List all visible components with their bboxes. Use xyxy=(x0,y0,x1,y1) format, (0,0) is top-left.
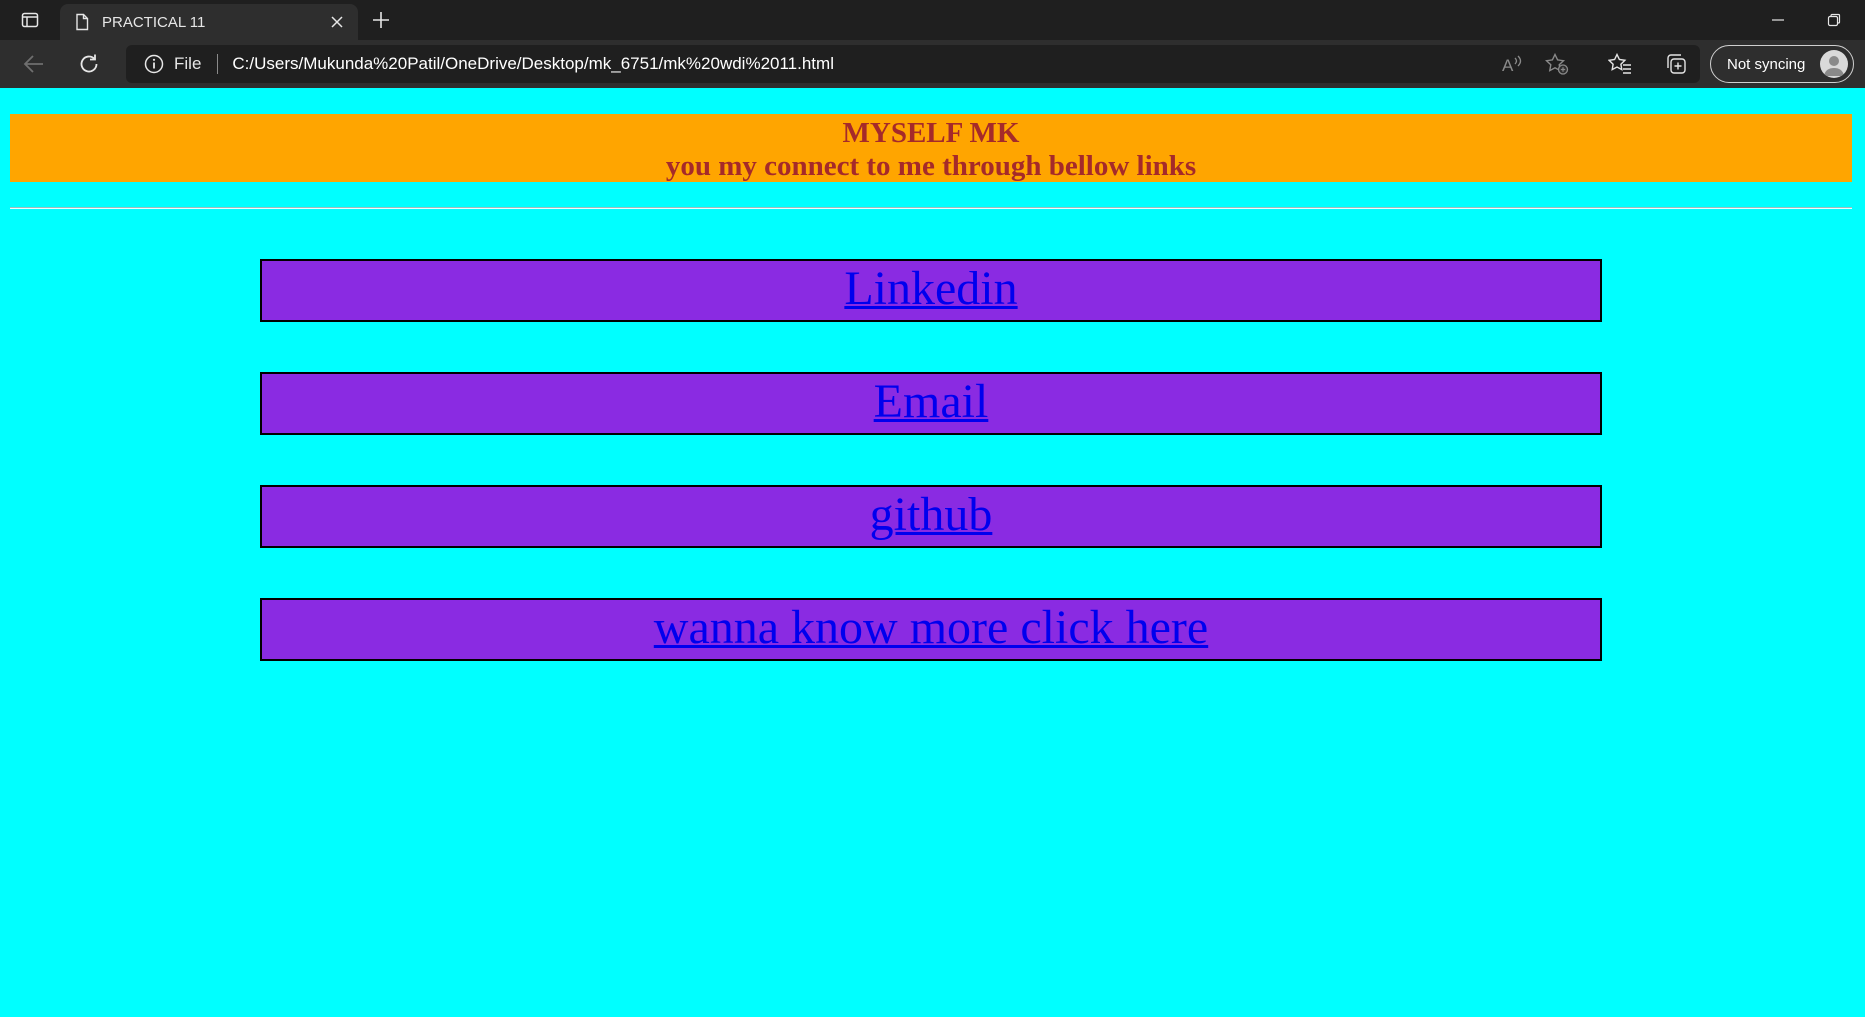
tab-actions-icon xyxy=(21,12,39,28)
refresh-icon xyxy=(80,54,98,73)
favorites-icon xyxy=(1608,53,1631,74)
github-link[interactable]: github xyxy=(870,488,993,541)
profile-status-label: Not syncing xyxy=(1727,55,1806,73)
svg-text:A: A xyxy=(1502,56,1514,74)
avatar xyxy=(1820,50,1848,78)
minimize-button[interactable] xyxy=(1750,0,1806,40)
tab-title: PRACTICAL 11 xyxy=(102,13,206,31)
refresh-button[interactable] xyxy=(69,48,109,80)
restore-icon xyxy=(1827,13,1841,27)
read-aloud-button[interactable]: A xyxy=(1492,48,1532,80)
page-subheading: you my connect to me through bellow link… xyxy=(665,150,1197,182)
url-text[interactable]: C:/Users/Mukunda%20Patil/OneDrive/Deskto… xyxy=(232,54,834,74)
profile-button[interactable]: Not syncing xyxy=(1710,45,1854,83)
address-bar[interactable]: File C:/Users/Mukunda%20Patil/OneDrive/D… xyxy=(126,45,1700,83)
link-box-linkedin: Linkedin xyxy=(260,259,1602,322)
restore-button[interactable] xyxy=(1806,0,1862,40)
horizontal-rule xyxy=(10,207,1852,209)
minimize-icon xyxy=(1772,19,1784,21)
collections-icon xyxy=(1667,54,1686,74)
browser-tab-strip: PRACTICAL 11 xyxy=(0,0,1865,40)
linkedin-link[interactable]: Linkedin xyxy=(844,262,1017,315)
link-box-more: wanna know more click here xyxy=(260,598,1602,661)
more-info-link[interactable]: wanna know more click here xyxy=(654,601,1208,654)
link-box-github: github xyxy=(260,485,1602,548)
close-icon xyxy=(331,16,343,28)
collections-button[interactable] xyxy=(1656,48,1696,80)
plus-icon xyxy=(373,12,389,28)
page-header: MYSELF MK you my connect to me through b… xyxy=(10,114,1852,182)
page-viewport: MYSELF MK you my connect to me through b… xyxy=(0,88,1865,1017)
address-separator xyxy=(217,54,219,74)
info-icon[interactable] xyxy=(144,54,164,74)
active-tab[interactable]: PRACTICAL 11 xyxy=(60,4,358,40)
page-heading: MYSELF MK xyxy=(842,117,1020,149)
site-scheme-label: File xyxy=(174,54,202,73)
document-icon xyxy=(76,13,89,31)
email-link[interactable]: Email xyxy=(874,375,989,428)
tab-actions-button[interactable] xyxy=(10,6,50,34)
back-arrow-icon xyxy=(23,55,43,73)
new-tab-button[interactable] xyxy=(366,6,396,34)
user-icon xyxy=(1824,56,1844,76)
add-favorite-button[interactable] xyxy=(1537,48,1577,80)
link-box-email: Email xyxy=(260,372,1602,435)
browser-toolbar: File C:/Users/Mukunda%20Patil/OneDrive/D… xyxy=(0,40,1865,88)
back-button[interactable] xyxy=(14,48,54,80)
star-add-icon xyxy=(1545,53,1569,75)
favorites-button[interactable] xyxy=(1600,48,1640,80)
tab-close-button[interactable] xyxy=(326,11,348,33)
read-aloud-icon: A xyxy=(1502,55,1522,74)
